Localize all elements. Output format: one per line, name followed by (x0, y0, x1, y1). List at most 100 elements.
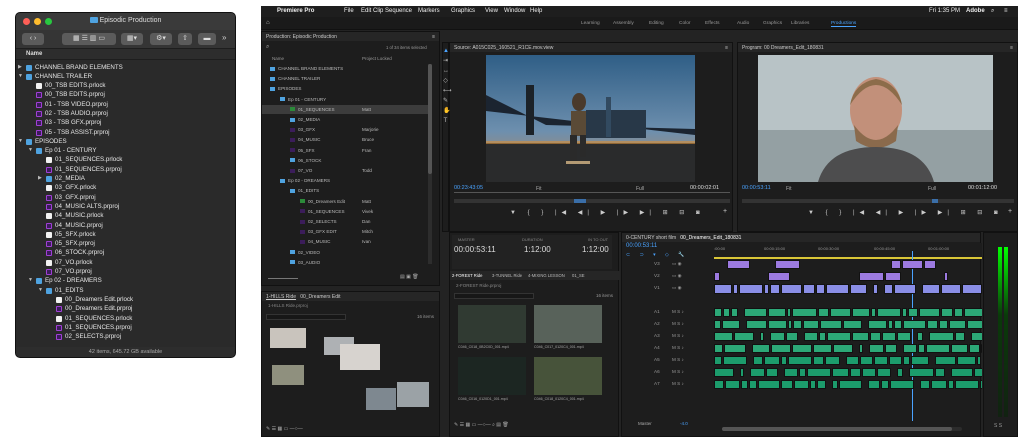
audio-clip[interactable] (768, 308, 786, 317)
audio-clip[interactable] (832, 368, 849, 377)
audio-clip[interactable] (897, 332, 911, 341)
audio-clip[interactable] (813, 356, 824, 365)
audio-clip[interactable] (832, 380, 838, 389)
audio-clip[interactable] (920, 380, 930, 389)
program-video-frame[interactable] (758, 55, 993, 182)
track-header[interactable]: V1 ▭ ◉ (622, 283, 714, 293)
clip-thumbnail[interactable] (340, 344, 380, 370)
audio-clip[interactable] (725, 380, 740, 389)
audio-clip[interactable] (902, 308, 907, 317)
audio-clip[interactable] (931, 380, 947, 389)
audio-clip[interactable] (792, 344, 812, 353)
audio-clip[interactable] (723, 308, 730, 317)
tab-dreamers-edit[interactable]: 00_Dreamers Edit (300, 294, 340, 300)
audio-clip[interactable] (874, 356, 888, 365)
audio-clip[interactable] (843, 320, 862, 329)
production-row[interactable]: 07_VO Todd (262, 166, 431, 175)
video-clip[interactable] (944, 272, 948, 281)
clip-thumbnail[interactable] (366, 388, 396, 410)
audio-clip[interactable] (723, 356, 747, 365)
file-row[interactable]: 04_MUSIC.prproj (16, 221, 235, 230)
video-clip[interactable] (775, 260, 800, 269)
audio-clip[interactable] (792, 308, 817, 317)
production-row[interactable]: CHANNEL BRAND ELEMENTS (262, 64, 431, 73)
audio-clip[interactable] (909, 368, 934, 377)
audio-clip[interactable] (885, 344, 897, 353)
track-header[interactable]: V2 ▭ ◉ (622, 271, 714, 281)
track-header[interactable]: A5 M S ♪ (622, 355, 714, 365)
production-row[interactable]: EPISODES (262, 84, 431, 93)
menu-clip[interactable]: Clip (373, 8, 383, 14)
source-video-frame[interactable] (486, 55, 695, 182)
workspace-tab-productions[interactable]: Productions (831, 21, 857, 27)
zoom-slider[interactable] (268, 278, 298, 279)
audio-clip[interactable] (714, 320, 721, 329)
menu-sequence[interactable]: Sequence (385, 8, 412, 14)
track-controls[interactable]: M S ♪ (672, 369, 684, 374)
file-row[interactable]: 06_STOCK.prproj (16, 249, 235, 258)
file-row[interactable]: 02_SELECTS.prproj (16, 333, 235, 342)
file-row[interactable]: 04_MUSIC ALTS.prproj (16, 202, 235, 211)
audio-clip[interactable] (830, 308, 851, 317)
file-row[interactable]: 05_SFX.prproj (16, 240, 235, 249)
tab-dreamers-edit-sequence[interactable]: 00_Dreamers_Edit_180831 (680, 235, 741, 241)
name-column-header[interactable]: Name (16, 49, 235, 60)
audio-clip[interactable] (967, 320, 982, 329)
audio-clip[interactable] (771, 344, 791, 353)
audio-clip[interactable] (810, 380, 816, 389)
audio-clip[interactable] (903, 356, 910, 365)
audio-clip[interactable] (882, 332, 896, 341)
bin-tab[interactable]: 01_SE (572, 273, 585, 278)
video-clip[interactable] (727, 260, 750, 269)
audio-clip[interactable] (869, 344, 884, 353)
adobe-menu[interactable]: Adobe (966, 8, 985, 14)
menu-edit[interactable]: Edit (361, 8, 371, 14)
production-row[interactable]: 01_EDITS (262, 186, 431, 195)
file-row[interactable]: 01_SEQUENCES.prproj (16, 323, 235, 332)
audio-clip[interactable] (807, 368, 831, 377)
disclosure-open-icon[interactable]: ▼ (28, 147, 33, 153)
audio-clip[interactable] (859, 344, 863, 353)
program-navigator[interactable] (742, 199, 1014, 203)
folder-row[interactable]: ▶ CHANNEL BRAND ELEMENTS (16, 63, 235, 72)
audio-clip[interactable] (820, 320, 842, 329)
audio-clip[interactable] (868, 320, 887, 329)
folder-row[interactable]: ▼ EPISODES (16, 137, 235, 146)
production-row[interactable]: Ep 02 - DREAMERS (262, 176, 431, 185)
workspace-tab-effects[interactable]: Effects (705, 21, 720, 26)
timeline-timecode[interactable]: 00:00:53:11 (626, 243, 657, 249)
audio-clip[interactable] (877, 308, 901, 317)
audio-clip[interactable] (955, 380, 979, 389)
source-fit-dropdown[interactable]: Fit (536, 186, 542, 192)
audio-clip[interactable] (768, 320, 787, 329)
menu-help[interactable]: Help (530, 8, 542, 14)
production-row[interactable]: 03_GFX Marjorie (262, 125, 431, 134)
disclosure-open-icon[interactable]: ▼ (18, 138, 23, 144)
audio-clip[interactable] (955, 332, 965, 341)
audio-clip[interactable] (917, 332, 923, 341)
audio-clip[interactable] (803, 320, 819, 329)
source-resolution-dropdown[interactable]: Full (636, 186, 644, 192)
track-header[interactable]: A7 M S ♪ (622, 379, 714, 389)
audio-clip[interactable] (781, 380, 793, 389)
production-row[interactable]: 02_SELECTS Dan (262, 217, 431, 226)
forest-footer-icons[interactable]: ✎ ☰ ▦ ▭ —○— ⌕ ▤ 🗑 (454, 422, 509, 428)
folder-row[interactable]: ▼ Ep 01 - CENTURY (16, 147, 235, 156)
track-controls[interactable]: ▭ ◉ (672, 285, 682, 291)
file-row[interactable]: 01_SEQUENCES.prlock (16, 156, 235, 165)
audio-clip[interactable] (758, 380, 780, 389)
folder-row[interactable]: ▶ 02_MEDIA (16, 175, 235, 184)
audio-clip[interactable] (969, 344, 980, 353)
program-resolution-dropdown[interactable]: Full (928, 186, 936, 192)
production-row[interactable]: 02_VIDEO (262, 248, 431, 257)
group-button[interactable]: ▦▾ (121, 33, 143, 45)
track-controls[interactable]: M S ♪ (672, 333, 684, 338)
audio-clip[interactable] (951, 368, 973, 377)
audio-clip[interactable] (749, 380, 757, 389)
clip-thumbnail[interactable] (397, 382, 429, 407)
audio-clip[interactable] (870, 332, 881, 341)
audio-clip[interactable] (817, 380, 826, 389)
audio-clip[interactable] (714, 332, 733, 341)
production-row[interactable]: 04_MUSIC Ivan (262, 237, 431, 246)
tab-hills-ride[interactable]: 1-HILLS Ride (266, 294, 296, 300)
